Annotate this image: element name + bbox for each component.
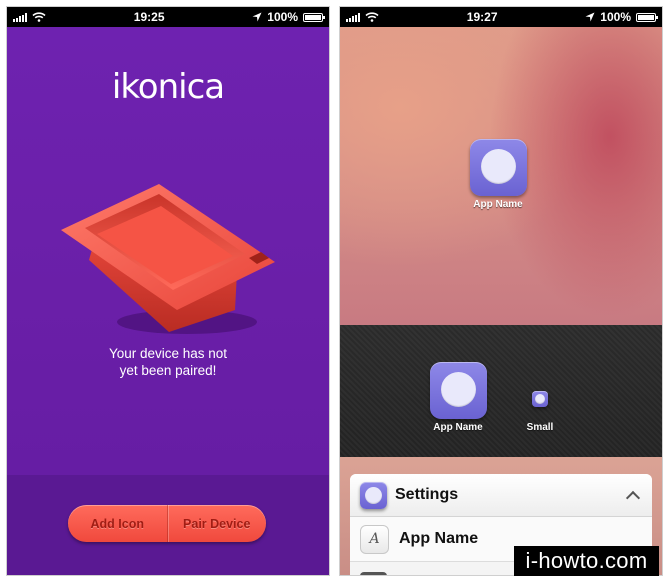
partial-row-icon — [360, 572, 387, 575]
pairing-message: Your device has not yet been paired! — [7, 345, 329, 379]
watermark: i-howto.com — [514, 546, 659, 576]
status-time: 19:27 — [466, 10, 498, 24]
location-arrow-icon — [252, 12, 262, 22]
status-bar: 19:25 100% — [7, 7, 329, 27]
settings-row-label: App Name — [399, 530, 479, 547]
action-bar: Add Icon Pair Device — [7, 475, 329, 575]
small-app-label: Small — [526, 422, 554, 433]
speech-bubble-icon — [441, 372, 476, 407]
font-icon: A — [360, 524, 389, 554]
app-logo: ikonica — [111, 67, 225, 107]
large-app-label: App Name — [433, 422, 483, 433]
battery-percent: 100% — [600, 10, 631, 24]
location-arrow-icon — [585, 12, 595, 22]
settings-header[interactable]: Settings — [350, 474, 652, 517]
home-wallpaper: App Name — [340, 27, 662, 325]
pairing-message-line-1: Your device has not — [108, 346, 228, 361]
chevron-up-icon[interactable] — [625, 490, 641, 505]
home-screen: 19:27 100% App Name App Name Small Setti… — [340, 7, 662, 575]
settings-app-icon — [360, 481, 387, 509]
wifi-icon — [32, 12, 46, 22]
pairing-content: ikonica Your device has not yet been pai… — [7, 27, 329, 475]
pairing-message-line-2: yet been paired! — [119, 363, 217, 378]
add-icon-button[interactable]: Add Icon — [68, 505, 167, 542]
status-time: 19:25 — [133, 10, 165, 24]
speech-bubble-icon — [481, 149, 516, 184]
empty-tray-icon — [61, 184, 275, 334]
pairing-screen: 19:25 100% ikonica Your device has not y… — [7, 7, 329, 575]
status-bar: 19:27 100% — [340, 7, 662, 27]
speech-bubble-icon — [365, 486, 382, 504]
signal-icon — [346, 12, 360, 22]
signal-icon — [13, 12, 27, 22]
icon-preview-dock: App Name Small — [340, 325, 662, 457]
pair-device-button[interactable]: Pair Device — [168, 505, 267, 542]
battery-icon — [636, 12, 658, 22]
battery-percent: 100% — [267, 10, 298, 24]
home-app-icon[interactable] — [470, 139, 527, 196]
small-app-icon[interactable] — [532, 391, 548, 407]
action-button-group: Add Icon Pair Device — [68, 505, 266, 542]
large-app-icon[interactable] — [430, 362, 487, 419]
home-app-label: App Name — [473, 199, 523, 210]
wifi-icon — [365, 12, 379, 22]
speech-bubble-icon — [535, 394, 545, 404]
battery-icon — [303, 12, 325, 22]
settings-title: Settings — [395, 486, 459, 503]
